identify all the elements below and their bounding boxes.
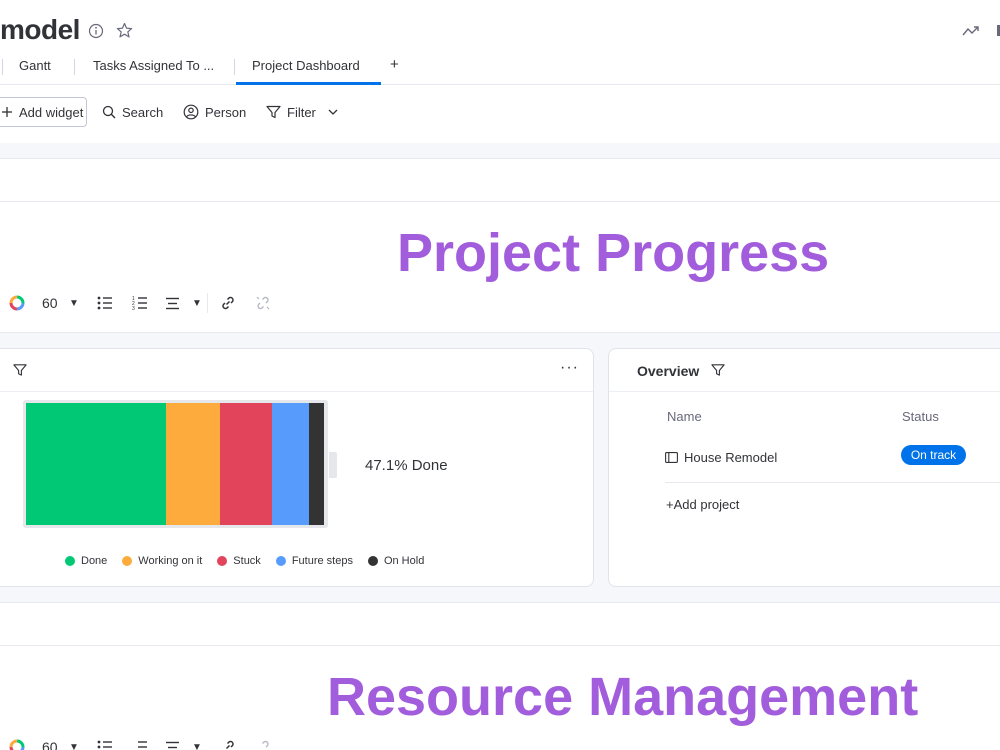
link-icon[interactable] xyxy=(220,734,236,750)
project-name-cell[interactable]: House Remodel xyxy=(665,450,777,465)
board-header: model Gantt Tasks Assigned To ... Projec… xyxy=(0,0,1000,143)
plus-icon xyxy=(2,107,12,117)
battery-body: 47.1% Done Done Working on it Stuck Futu… xyxy=(1,349,595,588)
legend-dot xyxy=(122,556,133,566)
project-row[interactable]: House Remodel On track xyxy=(665,445,1000,483)
resource-heading-band: Resource Management 60 ▼ ▼ xyxy=(0,645,1000,750)
legend-item-future: Future steps xyxy=(275,555,353,567)
font-size-caret-icon[interactable]: ▼ xyxy=(69,734,79,750)
font-size-caret-icon[interactable]: ▼ xyxy=(69,290,79,316)
filter-label: Filter xyxy=(287,104,316,120)
text-format-toolbar: 60 ▼ ▼ xyxy=(0,734,300,750)
chevron-down-icon[interactable] xyxy=(328,109,338,115)
legend-dot xyxy=(65,556,75,566)
status-column-header: Status xyxy=(902,409,939,424)
unlink-icon[interactable] xyxy=(255,734,271,750)
legend-item-stuck: Stuck xyxy=(217,555,261,567)
overview-widget-header: Overview xyxy=(609,349,1000,392)
legend-label: Future steps xyxy=(291,555,353,567)
tab-gantt[interactable]: Gantt xyxy=(19,58,51,73)
font-size-value[interactable]: 60 xyxy=(42,290,58,316)
align-caret-icon[interactable]: ▼ xyxy=(192,734,202,750)
text-format-toolbar: 60 ▼ 123 ▼ xyxy=(0,290,300,320)
align-center-icon[interactable] xyxy=(165,290,180,316)
star-icon[interactable] xyxy=(116,22,133,42)
progress-text-widget xyxy=(0,158,1000,202)
bullet-list-icon[interactable] xyxy=(97,290,113,316)
name-column-header: Name xyxy=(667,409,702,424)
filter-button[interactable]: Filter xyxy=(266,97,344,127)
text-color-icon[interactable] xyxy=(9,734,25,750)
progress-heading-band: Project Progress 60 ▼ 123 ▼ xyxy=(0,201,1000,333)
battery-segment-done[interactable] xyxy=(26,403,166,525)
legend-label: Done xyxy=(81,555,108,567)
battery-bar xyxy=(26,403,324,525)
tab-divider xyxy=(2,59,3,75)
add-widget-button[interactable]: Add widget xyxy=(0,97,87,127)
done-percentage: 47.1% Done xyxy=(365,457,448,474)
project-name: House Remodel xyxy=(684,450,778,465)
legend-dot xyxy=(275,556,286,566)
overview-widget: Overview Name Status House Remodel On tr… xyxy=(608,348,1000,587)
progress-heading: Project Progress xyxy=(397,223,830,283)
resource-text-widget xyxy=(0,602,1000,646)
legend-dot xyxy=(367,556,378,566)
svg-text:3: 3 xyxy=(132,306,135,310)
status-badge[interactable]: On track xyxy=(901,445,966,465)
resource-heading: Resource Management xyxy=(327,667,919,727)
info-icon[interactable] xyxy=(88,23,104,42)
battery-segment-future-steps[interactable] xyxy=(272,403,310,525)
legend-label: Stuck xyxy=(233,555,261,567)
bullet-list-icon[interactable] xyxy=(97,734,113,750)
tab-tasks-assigned[interactable]: Tasks Assigned To ... xyxy=(93,58,214,73)
add-view-button[interactable]: + xyxy=(390,56,399,73)
font-size-value[interactable]: 60 xyxy=(42,734,58,750)
battery-widget: ··· 47.1% Done Done Working on it Stuck … xyxy=(0,348,594,587)
legend-label: On Hold xyxy=(383,555,425,567)
active-tab-indicator xyxy=(236,82,381,85)
add-project-button[interactable]: +Add project xyxy=(666,497,739,512)
overview-filter-icon[interactable] xyxy=(711,363,725,382)
search-label: Search xyxy=(122,104,164,120)
person-icon xyxy=(183,104,199,120)
search-icon xyxy=(102,105,116,119)
battery-bar-frame xyxy=(23,400,328,528)
legend-dot xyxy=(217,556,228,566)
legend-item-on-hold: On Hold xyxy=(367,555,425,567)
legend-item-done: Done xyxy=(65,555,107,567)
tab-divider xyxy=(234,59,235,75)
board-icon xyxy=(665,452,678,463)
legend-label: Working on it xyxy=(138,555,203,567)
align-caret-icon[interactable]: ▼ xyxy=(192,290,202,316)
dashboard-page: model Gantt Tasks Assigned To ... Projec… xyxy=(0,0,1000,750)
activity-icon[interactable] xyxy=(962,25,980,40)
filter-icon xyxy=(266,105,281,119)
board-title: model xyxy=(0,14,80,45)
align-center-icon[interactable] xyxy=(165,734,180,750)
tab-project-dashboard[interactable]: Project Dashboard xyxy=(252,58,360,73)
search-button[interactable]: Search xyxy=(102,97,163,127)
battery-segment-on-hold[interactable] xyxy=(309,403,324,525)
legend-item-working: Working on it xyxy=(122,555,202,567)
numbered-list-icon[interactable] xyxy=(132,734,148,750)
battery-segment-working-on-it[interactable] xyxy=(165,403,220,525)
numbered-list-icon[interactable]: 123 xyxy=(132,290,148,316)
text-color-icon[interactable] xyxy=(9,290,25,316)
add-widget-label: Add widget xyxy=(19,104,84,120)
overview-title: Overview xyxy=(637,363,700,379)
view-tabs: Gantt Tasks Assigned To ... Project Dash… xyxy=(0,50,1000,85)
battery-segment-stuck[interactable] xyxy=(219,403,273,525)
unlink-icon[interactable] xyxy=(255,290,271,316)
battery-nub xyxy=(329,452,337,478)
person-label: Person xyxy=(205,104,247,120)
link-icon[interactable] xyxy=(220,290,236,316)
toolbar-divider xyxy=(207,293,208,313)
battery-legend: Done Working on it Stuck Future steps On… xyxy=(65,555,439,567)
dashboard-toolbar: Add widget Search Person Filter xyxy=(0,97,1000,129)
tab-divider xyxy=(74,59,75,75)
person-filter-button[interactable]: Person xyxy=(183,97,246,127)
